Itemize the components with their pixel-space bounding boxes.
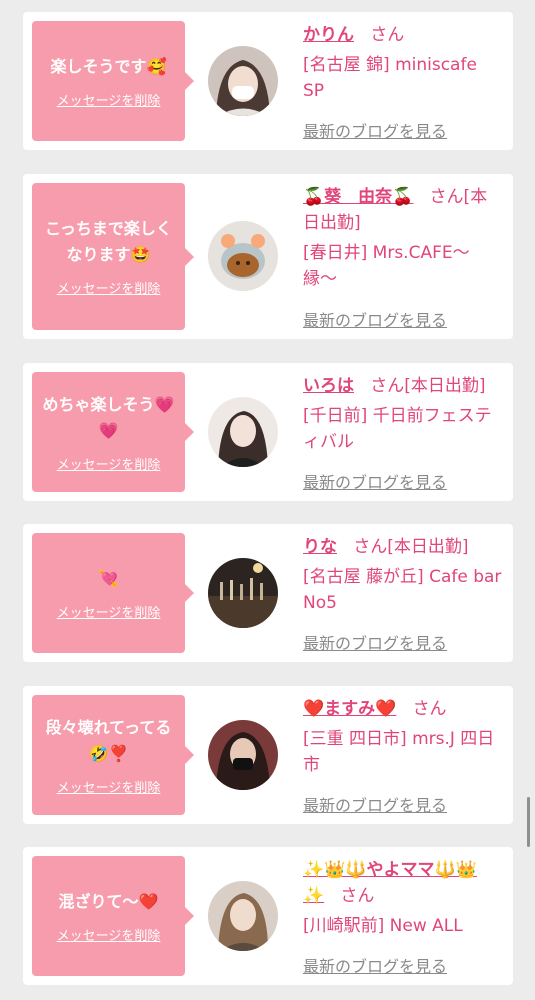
avatar[interactable] [208,397,278,467]
message-card: 💘 メッセージを削除 りな さん[本日出勤] [名古屋 藤が丘] Cafe ba… [23,524,513,662]
shop-name: [名古屋 錦] miniscafe SP [303,55,477,101]
cast-info: ❤️ますみ❤️ さん [三重 四日市] mrs.J 四日市 [303,696,503,778]
latest-blog-link[interactable]: 最新のブログを見る [303,630,447,654]
message-text: 混ざりて〜❤️ [58,891,159,911]
message-bubble: こっちまで楽しくなります🤩 メッセージを削除 [32,183,194,330]
message-text: こっちまで楽しくなります🤩 [45,219,172,264]
message-list: 楽しそうです🥰 メッセージを削除 かりん さん [名古屋 錦] miniscaf… [0,0,535,1000]
avatar[interactable] [208,881,278,951]
honorific: さん [412,699,447,719]
latest-blog-link[interactable]: 最新のブログを見る [303,792,447,816]
delete-message-link[interactable]: メッセージを削除 [57,777,161,796]
honorific: さん [370,25,405,45]
message-card: 段々壊れてってる🤣❣️ メッセージを削除 ❤️ますみ❤️ さん [三重 四日市]… [23,686,513,824]
cast-name-link[interactable]: 🍒葵 由奈🍒 [303,187,413,207]
delete-message-link[interactable]: メッセージを削除 [57,90,161,109]
cast-name-link[interactable]: いろは [303,376,354,396]
shop-name: [名古屋 藤が丘] Cafe bar No5 [303,567,502,613]
cast-info: いろは さん[本日出勤] [千日前] 千日前フェスティバル [303,373,503,455]
cast-info: りな さん[本日出勤] [名古屋 藤が丘] Cafe bar No5 [303,534,503,616]
honorific: さん[本日出勤] [353,537,469,557]
message-bubble: 混ざりて〜❤️ メッセージを削除 [32,856,194,976]
message-text: 💘 [98,568,119,588]
delete-message-link[interactable]: メッセージを削除 [57,602,161,621]
cast-info: かりん さん [名古屋 錦] miniscafe SP [303,22,503,104]
honorific: さん [340,886,375,906]
message-bubble: めちゃ楽しそう💗💗 メッセージを削除 [32,372,194,492]
cast-name-line: かりん さん [303,22,503,48]
cast-name-line: ✨👑🔱やよママ🔱👑✨ さん [303,857,503,909]
message-card: 楽しそうです🥰 メッセージを削除 かりん さん [名古屋 錦] miniscaf… [23,12,513,150]
cast-name-link[interactable]: りな [303,537,337,557]
message-bubble: 段々壊れてってる🤣❣️ メッセージを削除 [32,695,194,815]
shop-name: [千日前] 千日前フェスティバル [303,406,492,452]
avatar[interactable] [208,221,278,291]
cast-name-line: ❤️ますみ❤️ さん [303,696,503,722]
cast-name-line: いろは さん[本日出勤] [303,373,503,399]
cast-name-link[interactable]: ❤️ますみ❤️ [303,699,396,719]
avatar[interactable] [208,720,278,790]
message-card: こっちまで楽しくなります🤩 メッセージを削除 🍒葵 由奈🍒 さん[本日出勤] [… [23,174,513,339]
message-text: 段々壊れてってる🤣❣️ [45,717,172,763]
message-bubble: 楽しそうです🥰 メッセージを削除 [32,21,194,141]
shop-name: [川崎駅前] New ALL [303,916,463,936]
latest-blog-link[interactable]: 最新のブログを見る [303,953,447,977]
latest-blog-link[interactable]: 最新のブログを見る [303,307,447,331]
cast-name-link[interactable]: ✨👑🔱やよママ🔱👑✨ [303,860,477,906]
message-text: 楽しそうです🥰 [50,56,167,76]
honorific: さん[本日出勤] [370,376,486,396]
scrollbar[interactable] [527,797,530,847]
latest-blog-link[interactable]: 最新のブログを見る [303,118,447,142]
message-card: めちゃ楽しそう💗💗 メッセージを削除 いろは さん[本日出勤] [千日前] 千日… [23,363,513,501]
cast-name-link[interactable]: かりん [303,25,354,45]
delete-message-link[interactable]: メッセージを削除 [57,925,161,944]
cast-info: 🍒葵 由奈🍒 さん[本日出勤] [春日井] Mrs.CAFE〜縁〜 [303,184,503,292]
cast-info: ✨👑🔱やよママ🔱👑✨ さん [川崎駅前] New ALL [303,857,503,939]
latest-blog-link[interactable]: 最新のブログを見る [303,469,447,493]
shop-name: [三重 四日市] mrs.J 四日市 [303,729,495,775]
message-bubble: 💘 メッセージを削除 [32,533,194,653]
shop-name: [春日井] Mrs.CAFE〜縁〜 [303,243,470,289]
delete-message-link[interactable]: メッセージを削除 [57,454,161,473]
avatar[interactable] [208,558,278,628]
cast-name-line: りな さん[本日出勤] [303,534,503,560]
delete-message-link[interactable]: メッセージを削除 [57,278,161,297]
avatar[interactable] [208,46,278,116]
cast-name-line: 🍒葵 由奈🍒 さん[本日出勤] [303,184,503,236]
message-text: めちゃ楽しそう💗💗 [42,394,175,440]
message-card: 混ざりて〜❤️ メッセージを削除 ✨👑🔱やよママ🔱👑✨ さん [川崎駅前] Ne… [23,847,513,985]
